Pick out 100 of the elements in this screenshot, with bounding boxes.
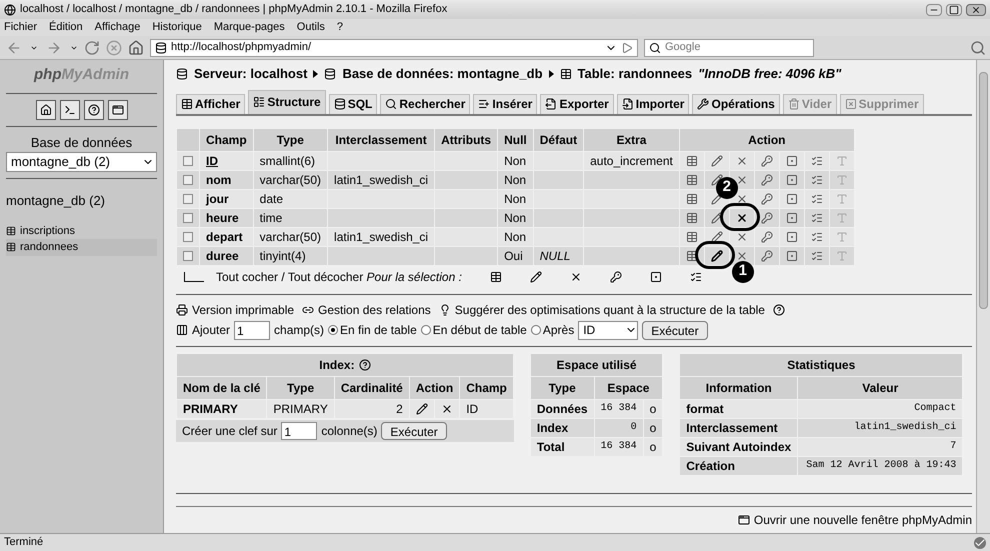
table-cell: 2 (334, 399, 410, 418)
pencil-icon[interactable] (710, 192, 723, 204)
table-cell: 7 (798, 437, 963, 456)
window-icon[interactable] (112, 104, 124, 116)
checkbox[interactable] (183, 232, 193, 242)
list-check-icon[interactable] (810, 212, 823, 224)
table-icon[interactable] (686, 230, 698, 242)
checkbox[interactable] (183, 250, 193, 260)
breadcrumb-link[interactable]: Table: randonnees (578, 64, 692, 84)
menu-item[interactable]: Marque-pages (214, 19, 285, 36)
search-icon[interactable] (970, 40, 986, 56)
tab[interactable]: Afficher (176, 94, 246, 114)
help-icon[interactable] (88, 104, 100, 116)
list-check-icon[interactable] (810, 174, 823, 186)
tab[interactable]: SQL (328, 94, 378, 114)
table-note: "InnoDB free: 4096 kB" (698, 65, 842, 83)
database-select[interactable]: montagne_db (2) (6, 152, 157, 172)
menu-item[interactable]: Outils (296, 19, 325, 36)
table-cell: Index (530, 418, 594, 437)
delete-icon[interactable] (736, 192, 748, 204)
count-field[interactable]: 1 (281, 422, 318, 440)
pencil-icon[interactable] (416, 402, 428, 414)
pencil-icon[interactable] (710, 212, 723, 224)
checkbox[interactable] (183, 194, 193, 204)
maximize-icon[interactable] (946, 4, 962, 16)
tab[interactable]: Importer (616, 94, 690, 114)
delete-icon[interactable] (736, 154, 748, 166)
key-icon[interactable] (760, 230, 773, 242)
menu-item[interactable]: Historique (152, 19, 202, 36)
pencil-icon[interactable] (710, 154, 723, 166)
menu-item[interactable]: Édition (49, 19, 83, 36)
address-field[interactable]: http://localhost/phpmyadmin/ (150, 38, 638, 56)
checkbox[interactable] (183, 174, 193, 184)
tab[interactable]: Rechercher (380, 94, 470, 114)
count-field[interactable]: 1 (234, 320, 270, 340)
key-icon[interactable] (760, 192, 773, 204)
table-cell: Non (498, 151, 534, 170)
checkbox[interactable] (183, 212, 193, 222)
database-icon (334, 98, 346, 110)
lightbulb-icon (438, 304, 451, 316)
menu-item[interactable]: Affichage (94, 19, 140, 36)
home-icon[interactable] (40, 104, 52, 116)
scrollbar[interactable] (976, 60, 990, 533)
minimize-icon[interactable] (926, 4, 942, 16)
list-check-icon[interactable] (810, 230, 823, 242)
terminal-icon[interactable] (64, 104, 76, 116)
action-link[interactable]: Suggérer des optimisations quant à la structure de la table (454, 300, 765, 318)
table-icon[interactable] (686, 250, 698, 262)
radio-button[interactable] (530, 325, 541, 335)
delete-icon[interactable] (736, 230, 748, 242)
column-header: Type (530, 376, 594, 399)
table-cell: Non (498, 227, 534, 246)
table-cell: varchar(50) (253, 227, 328, 246)
list-check-icon[interactable] (810, 192, 823, 204)
tab[interactable]: Opérations (692, 94, 780, 114)
table-link[interactable]: randonnees (6, 239, 157, 256)
action-link[interactable]: Version imprimable (192, 300, 294, 318)
reload-icon[interactable] (84, 40, 100, 56)
tab[interactable]: Structure (248, 90, 326, 114)
delete-icon[interactable] (736, 174, 748, 186)
key-icon[interactable] (760, 154, 773, 166)
database-heading[interactable]: montagne_db (2) (6, 191, 157, 210)
delete-icon[interactable] (441, 402, 454, 414)
menu-item[interactable]: ? (336, 19, 344, 36)
table-cell: auto_increment (584, 151, 680, 170)
table-icon[interactable] (686, 154, 698, 166)
pencil-icon[interactable] (530, 270, 542, 282)
table-cell (533, 208, 584, 227)
action-link[interactable]: Gestion des relations (318, 300, 431, 318)
key-icon[interactable] (610, 270, 622, 282)
table-icon[interactable] (490, 270, 502, 282)
go-icon[interactable] (621, 42, 633, 54)
delete-icon[interactable] (570, 270, 582, 282)
list-check-icon[interactable] (810, 154, 823, 166)
close-icon[interactable] (966, 4, 986, 16)
pencil-icon[interactable] (710, 250, 723, 262)
tab[interactable]: Insérer (473, 94, 538, 114)
radio-button[interactable] (328, 325, 338, 335)
breadcrumb-link[interactable]: Base de données: montagne_db (342, 64, 543, 84)
checkbox[interactable] (183, 156, 193, 166)
execute-button[interactable]: Exécuter (642, 320, 708, 340)
field-select[interactable]: ID (578, 320, 638, 340)
list-check-icon[interactable] (810, 250, 823, 262)
list-check-icon[interactable] (690, 270, 702, 282)
table-cell: varchar(50) (253, 170, 328, 189)
pencil-icon[interactable] (710, 174, 723, 186)
table-link[interactable]: inscriptions (6, 222, 157, 239)
new-window-link[interactable]: Ouvrir une nouvelle fenêtre phpMyAdmin (754, 511, 972, 529)
radio-button[interactable] (420, 325, 431, 335)
tab[interactable]: Exporter (540, 94, 614, 114)
search-field[interactable]: Google (644, 38, 814, 56)
delete-icon[interactable] (736, 212, 748, 224)
pencil-icon[interactable] (710, 230, 723, 242)
breadcrumb-link[interactable]: Serveur: localhost (194, 64, 308, 84)
help-icon (772, 304, 785, 316)
check-icon (974, 536, 986, 548)
table-icon[interactable] (686, 192, 698, 204)
column-header: Défaut (533, 128, 584, 151)
execute-button[interactable]: Exécuter (381, 422, 447, 440)
menu-item[interactable]: Fichier (4, 19, 38, 36)
